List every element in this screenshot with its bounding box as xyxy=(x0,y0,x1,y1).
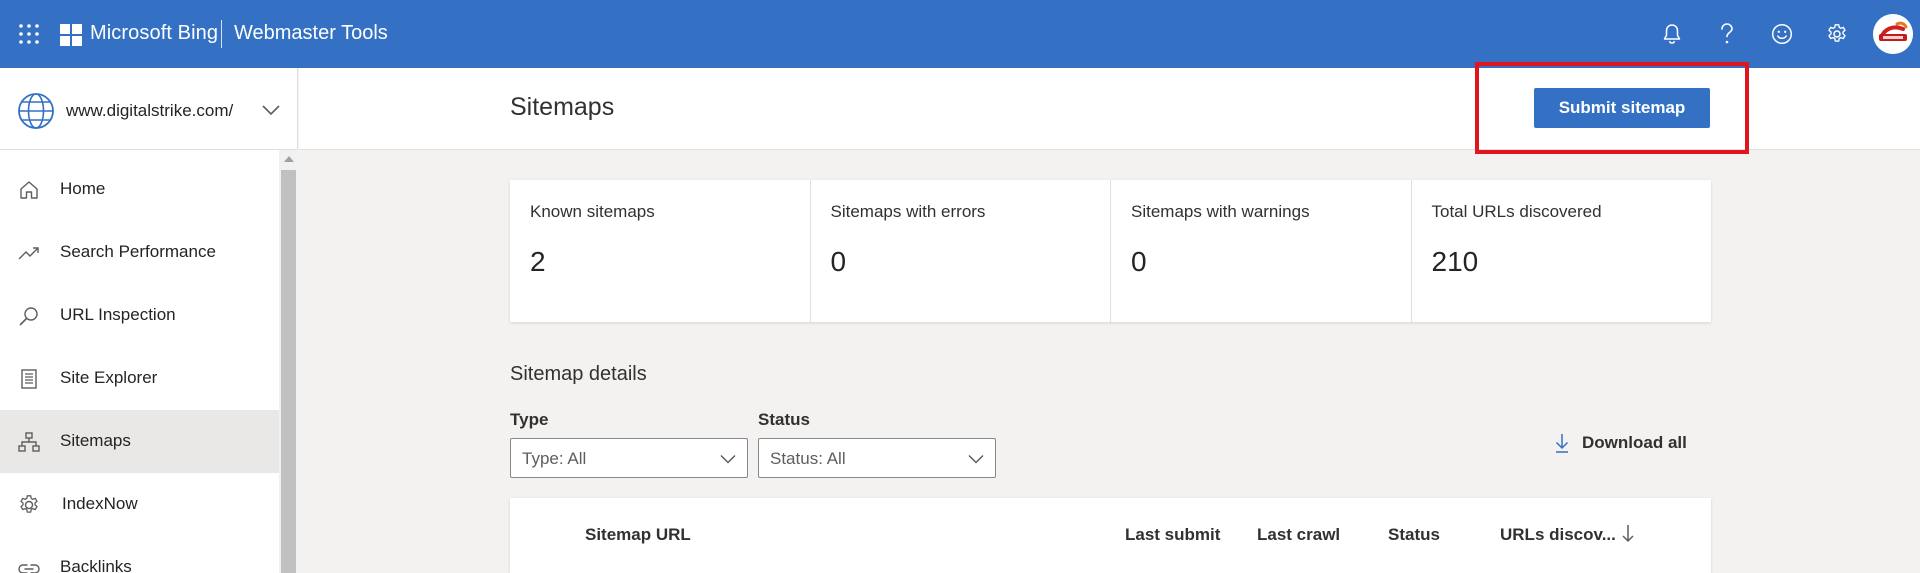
document-icon xyxy=(21,369,37,389)
stat-label: Sitemaps with warnings xyxy=(1131,202,1310,221)
sidebar-item-site-explorer[interactable]: Site Explorer xyxy=(0,347,279,410)
waffle-icon[interactable] xyxy=(18,23,40,45)
sidebar-item-label: Backlinks xyxy=(60,557,132,573)
stat-value: 0 xyxy=(830,246,847,277)
type-filter-dropdown[interactable]: Type: All xyxy=(510,438,748,478)
gear-icon xyxy=(1828,24,1846,42)
home-icon xyxy=(20,181,38,199)
stat-card-known-sitemaps: Known sitemaps 2 xyxy=(510,180,811,322)
search-icon xyxy=(19,307,38,326)
stat-value: 0 xyxy=(1131,246,1147,277)
site-selector[interactable]: www.digitalstrike.com/ xyxy=(0,68,298,150)
column-header-last-crawl[interactable]: Last crawl xyxy=(1257,525,1340,545)
download-all-button[interactable]: Download all xyxy=(1553,428,1687,458)
sidebar-item-indexnow[interactable]: IndexNow xyxy=(0,473,279,536)
stats-cards: Known sitemaps 2 Sitemaps with errors 0 … xyxy=(510,180,1711,322)
microsoft-logo-icon[interactable] xyxy=(60,24,82,46)
stat-label: Known sitemaps xyxy=(530,202,655,221)
stat-label: Sitemaps with errors xyxy=(830,202,986,221)
trend-icon xyxy=(18,247,39,260)
sidebar-item-sitemaps[interactable]: Sitemaps xyxy=(0,410,279,473)
status-filter-label: Status xyxy=(758,410,810,429)
sidebar: www.digitalstrike.com/ Home Search Perfo… xyxy=(0,68,298,573)
brand-name[interactable]: Microsoft Bing xyxy=(90,22,218,45)
status-filter-dropdown[interactable]: Status: All xyxy=(758,438,996,478)
sitemap-icon xyxy=(18,432,40,452)
highlight-box xyxy=(1475,62,1749,154)
help-icon xyxy=(1721,23,1733,44)
chevron-down-icon xyxy=(968,454,984,464)
sidebar-item-label: Home xyxy=(60,179,106,198)
dropdown-value: Status: All xyxy=(770,449,846,468)
section-title: Sitemap details xyxy=(510,363,647,385)
stat-value: 2 xyxy=(530,246,546,277)
globe-icon xyxy=(18,93,54,129)
chevron-down-icon xyxy=(720,454,736,464)
help-button[interactable] xyxy=(1711,18,1743,50)
sidebar-item-label: Search Performance xyxy=(60,242,216,261)
stat-card-total-urls: Total URLs discovered 210 xyxy=(1412,180,1712,322)
column-header-status[interactable]: Status xyxy=(1388,525,1440,545)
top-bar: Microsoft Bing Webmaster Tools xyxy=(0,0,1920,68)
sidebar-scrollbar[interactable] xyxy=(279,150,298,573)
feedback-button[interactable] xyxy=(1766,18,1798,50)
sidebar-item-search-performance[interactable]: Search Performance xyxy=(0,221,279,284)
sidebar-item-label: IndexNow xyxy=(62,494,138,513)
column-header-urls-discovered[interactable]: URLs discov... xyxy=(1500,525,1616,545)
avatar-logo-icon xyxy=(1873,14,1913,54)
bell-icon xyxy=(1663,24,1681,44)
sort-descending-icon[interactable] xyxy=(1620,523,1636,545)
smiley-icon xyxy=(1771,23,1793,45)
column-header-last-submit[interactable]: Last submit xyxy=(1125,525,1220,545)
product-name[interactable]: Webmaster Tools xyxy=(234,22,388,45)
avatar[interactable] xyxy=(1873,14,1913,54)
stat-value: 210 xyxy=(1431,246,1479,277)
download-all-label: Download all xyxy=(1582,433,1687,452)
scroll-thumb[interactable] xyxy=(281,170,296,573)
chevron-down-icon[interactable] xyxy=(261,100,281,120)
settings-button[interactable] xyxy=(1821,18,1853,50)
dropdown-value: Type: All xyxy=(522,449,587,468)
sidebar-item-label: Site Explorer xyxy=(60,368,158,387)
sidebar-item-home[interactable]: Home xyxy=(0,158,279,221)
sidebar-item-url-inspection[interactable]: URL Inspection xyxy=(0,284,279,347)
site-name: www.digitalstrike.com/ xyxy=(66,101,234,120)
sidebar-item-backlinks[interactable]: Backlinks xyxy=(0,536,279,573)
stat-card-sitemaps-warnings: Sitemaps with warnings 0 xyxy=(1111,180,1412,322)
notifications-button[interactable] xyxy=(1656,18,1688,50)
stat-card-sitemaps-errors: Sitemaps with errors 0 xyxy=(811,180,1111,322)
indexnow-icon xyxy=(20,495,38,513)
download-icon xyxy=(1555,434,1569,453)
sitemap-table: Sitemap URL Last submit Last crawl Statu… xyxy=(510,498,1711,573)
page-title: Sitemaps xyxy=(510,93,615,121)
scroll-up-arrow-icon[interactable] xyxy=(284,156,294,162)
stat-label: Total URLs discovered xyxy=(1431,202,1602,221)
type-filter-label: Type xyxy=(510,410,549,429)
sidebar-item-label: URL Inspection xyxy=(60,305,176,324)
sidebar-item-label: Sitemaps xyxy=(60,431,131,450)
column-header-sitemap-url[interactable]: Sitemap URL xyxy=(585,525,691,545)
brand-divider xyxy=(221,20,222,48)
page-header: Sitemaps Submit sitemap xyxy=(299,62,1920,154)
link-icon xyxy=(18,564,40,573)
